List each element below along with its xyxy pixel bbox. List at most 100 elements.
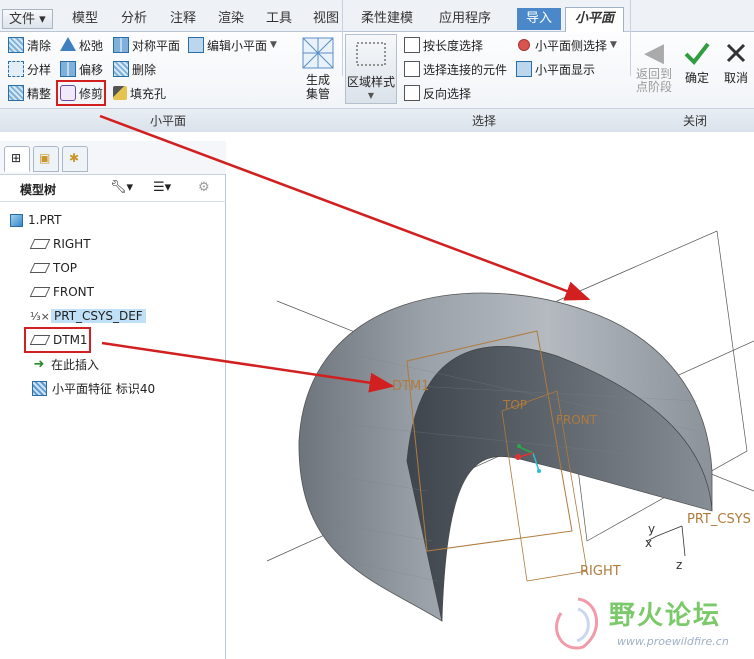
tab-tools[interactable]: 工具 [257, 8, 301, 30]
watermark: 野火论坛 www.proewildfire.cn [543, 591, 753, 657]
tree-item-front[interactable]: FRONT [29, 282, 94, 302]
model-tree-title: 模型树 [20, 183, 57, 197]
fill-hole-button[interactable]: 填充孔 [113, 82, 166, 104]
area-select-icon [356, 42, 386, 66]
chevron-down-icon: ▼ [270, 40, 277, 50]
edit-facet-button[interactable]: 编辑小平面 ▼ [188, 34, 277, 56]
tree-item-insert-here[interactable]: ➜ 在此插入 [32, 354, 99, 374]
label-right: RIGHT [580, 564, 621, 579]
ribbon-group-labels: 小平面 选择 关闭 [0, 108, 754, 132]
select-connected-label: 选择连接的元件 [423, 62, 508, 77]
tree-icon: ⊞ [11, 151, 22, 165]
group-facet-label: 小平面 [150, 114, 187, 128]
tab-model-tree[interactable]: ⊞ [4, 146, 30, 172]
connected-select-icon [404, 61, 420, 77]
refine-icon [8, 85, 24, 101]
graphics-viewport[interactable]: DTM1 TOP FRONT RIGHT PRT_CSYS y x z 野火论坛… [227, 141, 754, 659]
close-icon [726, 43, 746, 63]
cancel-button[interactable]: 取消 [719, 38, 753, 85]
divider [630, 0, 631, 76]
tree-item-label: 小平面特征 标识40 [52, 381, 156, 396]
axis-x-label: x [645, 536, 652, 550]
delete-button[interactable]: 删除 [113, 58, 156, 80]
tab-folder-browser[interactable]: ▣ [33, 146, 59, 172]
back-arrow-icon: ◀ [644, 38, 664, 68]
sample-label: 分样 [27, 62, 52, 77]
clear-label: 清除 [27, 38, 52, 53]
tree-item-label: 在此插入 [51, 357, 100, 372]
filter-icon[interactable]: ⚙ [198, 180, 210, 195]
invert-select-label: 反向选择 [423, 86, 472, 101]
offset-icon [60, 61, 76, 77]
refine-label: 精整 [27, 86, 52, 101]
csys-icon: ⅓× [30, 309, 50, 323]
back-to-point-button[interactable]: ◀ 返回到 点阶段 [634, 38, 674, 94]
label-prt-csys: PRT_CSYS [687, 512, 751, 527]
app-window: 文件 ▾ 模型 分析 注释 渲染 工具 视图 柔性建模 应用程序 导入 小平面 … [0, 0, 754, 659]
tree-item-label: RIGHT [53, 237, 91, 251]
chevron-down-icon: ▼ [367, 91, 375, 100]
menu-bar: 文件 ▾ 模型 分析 注释 渲染 工具 视图 柔性建模 应用程序 导入 小平面 [0, 0, 754, 32]
generate-label: 生成 集管 [305, 73, 330, 101]
generate-button[interactable]: 生成 集管 [298, 36, 338, 101]
tab-analysis[interactable]: 分析 [112, 8, 156, 30]
facet-side-select-button[interactable]: 小平面侧选择 ▼ [516, 34, 617, 56]
tab-facet[interactable]: 小平面 [565, 7, 625, 32]
tab-import[interactable]: 导入 [517, 8, 562, 30]
tab-model[interactable]: 模型 [63, 8, 107, 30]
area-style-button[interactable]: 区域样式 ▼ [345, 34, 397, 104]
tree-item-right[interactable]: RIGHT [29, 234, 91, 254]
watermark-brand: 野火论坛 [609, 601, 722, 631]
file-menu[interactable]: 文件 ▾ [2, 9, 53, 29]
model-scene: DTM1 TOP FRONT RIGHT PRT_CSYS y x z [266, 230, 754, 622]
show-icon[interactable]: ☰▾ [153, 180, 171, 195]
group-select-label: 选择 [472, 114, 497, 128]
clear-icon [8, 37, 24, 53]
part-icon [10, 213, 23, 227]
tree-item-facet-feature[interactable]: 小平面特征 标识40 [32, 378, 155, 398]
tab-applications[interactable]: 应用程序 [430, 8, 500, 30]
refine-button[interactable]: 精整 [8, 82, 51, 104]
sample-button[interactable]: 分样 [8, 58, 51, 80]
facet-side-label: 小平面侧选择 [535, 38, 608, 53]
symmetry-plane-button[interactable]: 对称平面 [113, 34, 180, 56]
tree-item-top[interactable]: TOP [29, 258, 77, 278]
relax-button[interactable]: 松弛 [60, 34, 103, 56]
file-menu-label: 文件 [9, 12, 36, 27]
insert-arrow-icon: ➜ [33, 356, 45, 372]
tab-render[interactable]: 渲染 [209, 8, 253, 30]
tree-item-label: 1.PRT [28, 213, 62, 227]
cancel-label: 取消 [723, 71, 748, 85]
edit-facet-icon [188, 37, 204, 53]
tab-flexible-modeling[interactable]: 柔性建模 [352, 8, 422, 30]
tree-item-csys[interactable]: ⅓× PRT_CSYS_DEF [30, 306, 146, 326]
facet-feature-icon [32, 380, 47, 396]
symmetry-icon [113, 37, 129, 53]
delete-icon [113, 61, 129, 77]
axis-y-label: y [648, 522, 655, 536]
clear-button[interactable]: 清除 [8, 34, 51, 56]
select-connected-button[interactable]: 选择连接的元件 [404, 58, 507, 80]
back-to-point-label: 返回到 点阶段 [635, 67, 672, 94]
delete-label: 删除 [132, 62, 157, 77]
tab-favorites[interactable]: ✱ [62, 146, 88, 172]
settings-icon[interactable]: 🔧︎▾ [110, 180, 133, 195]
offset-button[interactable]: 偏移 [60, 58, 103, 80]
area-style-label: 区域样式 [346, 75, 395, 89]
invert-select-button[interactable]: 反向选择 [404, 82, 471, 104]
facet-display-button[interactable]: 小平面显示 [516, 58, 595, 80]
edit-facet-label: 编辑小平面 [207, 38, 268, 53]
select-by-length-button[interactable]: 按长度选择 [404, 34, 483, 56]
symmetry-plane-label: 对称平面 [132, 38, 181, 53]
tab-annotate[interactable]: 注释 [161, 8, 205, 30]
panel-tabs: ⊞ ▣ ✱ [0, 141, 226, 175]
length-select-icon [404, 37, 420, 53]
datum-plane-icon [29, 263, 51, 273]
model-tree-panel: ⊞ ▣ ✱ 模型树 🔧︎▾ ☰▾ ⚙ 1.PRT RIGHT TOP FRONT… [0, 141, 226, 659]
sample-icon [8, 61, 24, 77]
ok-label: 确定 [684, 71, 709, 85]
ok-button[interactable]: 确定 [680, 38, 714, 85]
folder-icon: ▣ [39, 151, 51, 165]
facet-display-icon [516, 61, 532, 77]
tree-item-part[interactable]: 1.PRT [10, 210, 61, 230]
